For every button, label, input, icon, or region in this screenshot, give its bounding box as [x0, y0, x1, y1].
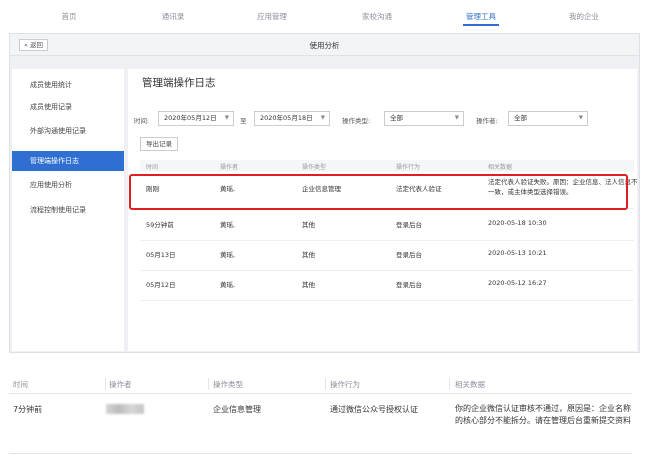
zoom-col-action: 操作行为: [330, 380, 360, 389]
nav-home-school[interactable]: 家校沟通: [362, 11, 392, 22]
sidebar-item-flow-control[interactable]: 流程控制使用记录: [12, 200, 124, 220]
sidebar-item-member-stats[interactable]: 成员使用统计: [12, 75, 124, 95]
cell-data: 2020-05-13 10:21: [488, 249, 547, 257]
chevron-down-icon: ▼: [578, 115, 583, 121]
chevron-down-icon: ▼: [454, 115, 459, 121]
zoom-cell-data: 你的企业微信认证审核不通过，原因是：企业名称的核心部分不能拆分。请在管理后台重新…: [455, 404, 631, 425]
cell-type: 其他: [302, 251, 315, 259]
table-row[interactable]: 05月13日 黄瑶, 其他 登录后台 2020-05-13 10:21: [140, 241, 634, 271]
zoom-col-data: 相关数据: [455, 380, 485, 389]
cell-time: 05月13日: [146, 251, 176, 259]
to-label: 至: [240, 117, 247, 125]
zoom-col-time: 时间: [13, 380, 28, 389]
end-date-select[interactable]: 2020年05月18日 ▼: [254, 111, 330, 126]
top-navigation: 首页 通讯录 应用管理 家校沟通 管理工具 我的企业: [0, 0, 653, 32]
cell-data: 2020-05-18 10:30: [488, 219, 547, 227]
subheader: « 返回 使用分析: [10, 34, 639, 56]
cell-data: 2020-05-12 16:27: [488, 279, 547, 287]
op-type-value: 全部: [390, 114, 403, 122]
nav-home[interactable]: 首页: [62, 11, 77, 22]
cell-time: 59分钟前: [146, 221, 174, 229]
zoom-table-header: 时间 操作者 操作类型 操作行为 相关数据: [9, 374, 632, 394]
table-header: 时间 操作者 操作类型 操作行为 相关数据: [140, 160, 634, 172]
sidebar-item-member-records[interactable]: 成员使用记录: [12, 97, 124, 117]
zoom-table-row[interactable]: 7分钟前 企业信息管理 通过微信公众号授权认证 你的企业微信认证审核不通过，原因…: [9, 394, 632, 454]
col-operator: 操作者: [220, 164, 239, 171]
operator-value: 全部: [514, 114, 527, 122]
cell-operator: 黄瑶,: [220, 221, 236, 229]
column-divider: [208, 378, 209, 390]
cell-action: 登录后台: [396, 221, 422, 229]
end-date-value: 2020年05月18日: [260, 114, 313, 122]
zoom-col-operator: 操作者: [109, 380, 132, 389]
start-date-value: 2020年05月12日: [164, 114, 217, 122]
nav-my-enterprise[interactable]: 我的企业: [569, 11, 599, 22]
nav-contacts[interactable]: 通讯录: [162, 11, 185, 22]
page-title: 管理端操作日志: [142, 77, 216, 89]
column-divider: [325, 378, 326, 390]
cell-action: 登录后台: [396, 251, 422, 259]
time-label: 时间:: [134, 117, 150, 125]
table-row[interactable]: 05月12日 黄瑶, 其他 登录后台 2020-05-12 16:27: [140, 271, 634, 301]
chevron-down-icon: ▼: [320, 115, 325, 121]
redacted-operator: [106, 404, 144, 414]
column-divider: [105, 378, 106, 390]
highlight-box: [129, 174, 628, 210]
sidebar-item-admin-logs[interactable]: 管理端操作日志: [12, 151, 124, 171]
export-button[interactable]: 导出记录: [140, 137, 178, 151]
content-area: 管理端操作日志 时间: 2020年05月12日 ▼ 至 2020年05月18日 …: [128, 69, 638, 351]
op-type-label: 操作类型:: [342, 117, 371, 125]
cell-action: 登录后台: [396, 281, 422, 289]
chevron-down-icon: ▼: [224, 115, 229, 121]
nav-management-tools[interactable]: 管理工具: [466, 11, 496, 22]
cell-operator: 黄瑶,: [220, 281, 236, 289]
sidebar: 成员使用统计 成员使用记录 外部沟通使用记录 管理端操作日志 应用使用分析 流程…: [12, 69, 124, 351]
active-tab-indicator: [463, 24, 499, 26]
cell-time: 05月12日: [146, 281, 176, 289]
nav-app-management[interactable]: 应用管理: [257, 11, 287, 22]
col-data: 相关数据: [488, 164, 513, 171]
col-time: 时间: [146, 164, 159, 171]
zoom-col-type: 操作类型: [213, 380, 243, 389]
operator-label: 操作者:: [476, 117, 498, 125]
col-type: 操作类型: [302, 164, 327, 171]
zoom-cell-type: 企业信息管理: [213, 405, 261, 414]
filter-bar: 时间: 2020年05月12日 ▼ 至 2020年05月18日 ▼ 操作类型: …: [134, 111, 634, 127]
column-divider: [449, 378, 450, 390]
sidebar-item-app-analysis[interactable]: 应用使用分析: [12, 175, 124, 195]
section-title: 使用分析: [309, 41, 340, 50]
table-row[interactable]: 59分钟前 黄瑶, 其他 登录后台 2020-05-18 10:30: [140, 211, 634, 241]
zoom-cell-action: 通过微信公众号授权认证: [330, 405, 418, 414]
cell-operator: 黄瑶,: [220, 251, 236, 259]
start-date-select[interactable]: 2020年05月12日 ▼: [158, 111, 234, 126]
col-action: 操作行为: [396, 164, 421, 171]
operator-select[interactable]: 全部 ▼: [508, 111, 588, 126]
cell-type: 其他: [302, 281, 315, 289]
op-type-select[interactable]: 全部 ▼: [384, 111, 464, 126]
zoom-cell-time: 7分钟前: [13, 405, 43, 414]
sidebar-item-external-records[interactable]: 外部沟通使用记录: [12, 121, 124, 141]
cell-type: 其他: [302, 221, 315, 229]
